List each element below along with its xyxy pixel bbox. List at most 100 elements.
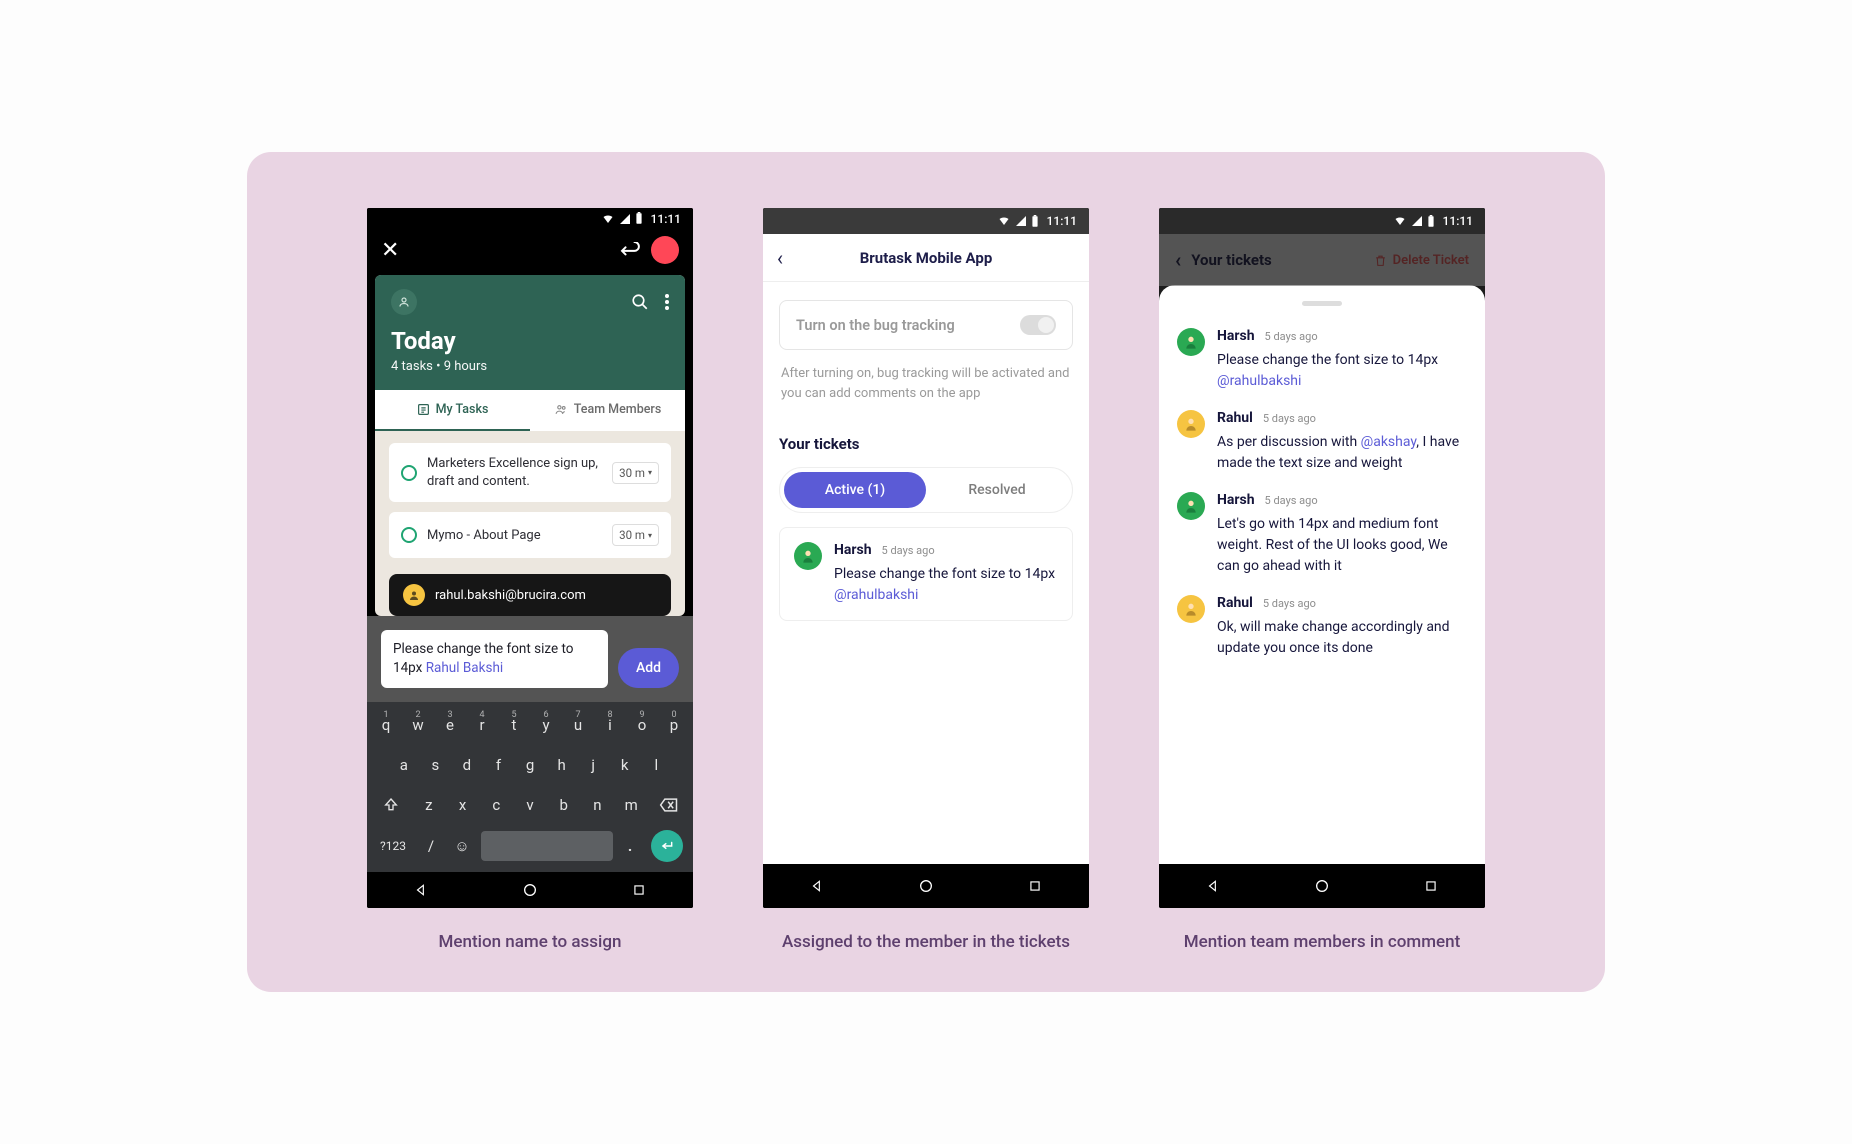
key[interactable]: . (619, 837, 641, 855)
status-bar: 11:11 (1159, 208, 1485, 234)
ticket-text: Please change the font size to 14px @rah… (834, 564, 1058, 606)
mention-suggestion[interactable]: rahul.bakshi@brucira.com (389, 574, 671, 616)
nav-recent-icon[interactable] (632, 883, 646, 897)
avatar-icon (1177, 595, 1205, 623)
key[interactable]: g (517, 748, 543, 782)
tab-label: Team Members (574, 402, 662, 417)
key[interactable]: m (617, 788, 645, 822)
key[interactable]: k (612, 748, 638, 782)
sheet-handle[interactable] (1302, 301, 1342, 306)
key[interactable]: s (423, 748, 449, 782)
list-icon (417, 403, 430, 416)
key[interactable]: b (550, 788, 578, 822)
keyboard[interactable]: 1q 2w 3e 4r 5t 6y 7u 8i 9o 0p a (367, 702, 693, 872)
segment-resolved[interactable]: Resolved (926, 472, 1068, 508)
nav-back-icon[interactable] (1206, 879, 1220, 893)
avatar-icon (1177, 328, 1205, 356)
avatar-icon (794, 542, 822, 570)
key[interactable]: / (419, 837, 443, 855)
key[interactable]: d (454, 748, 480, 782)
status-bar: 11:11 (763, 208, 1089, 234)
key[interactable]: l (644, 748, 670, 782)
avatar-icon (1177, 492, 1205, 520)
checkbox-icon[interactable] (401, 465, 417, 481)
segment-active[interactable]: Active (1) (784, 472, 926, 508)
avatar-icon (403, 584, 425, 606)
nav-back-icon[interactable] (414, 883, 428, 897)
key[interactable]: z (415, 788, 443, 822)
key[interactable]: 9o (629, 708, 655, 742)
phone-screenshot-2: 11:11 ‹ Brutask Mobile App Turn on the b… (763, 208, 1089, 908)
key[interactable]: 3e (437, 708, 463, 742)
ticket-time: 5 days ago (882, 544, 935, 557)
toggle-label: Turn on the bug tracking (796, 317, 955, 334)
nav-recent-icon[interactable] (1424, 879, 1438, 893)
key[interactable]: x (449, 788, 477, 822)
back-icon[interactable]: ‹ (1175, 248, 1181, 272)
mention: @akshay (1361, 434, 1417, 450)
search-icon[interactable] (631, 293, 649, 311)
back-icon[interactable]: ‹ (777, 246, 783, 270)
key[interactable]: 0p (661, 708, 687, 742)
comment: Rahul5 days ago As per discussion with @… (1177, 410, 1467, 474)
wifi-icon (601, 213, 615, 225)
duration-selector[interactable]: 30 m▾ (612, 524, 659, 546)
task-item[interactable]: Mymo - About Page 30 m▾ (389, 512, 671, 558)
task-item[interactable]: Marketers Excellence sign up, draft and … (389, 443, 671, 502)
key[interactable]: c (482, 788, 510, 822)
emoji-key[interactable]: ☺ (449, 837, 475, 855)
wifi-icon (997, 215, 1011, 227)
close-icon[interactable]: ✕ (381, 238, 399, 263)
comment-time: 5 days ago (1265, 330, 1318, 343)
record-button[interactable] (651, 236, 679, 264)
nav-home-icon[interactable] (1314, 878, 1330, 894)
tab-my-tasks[interactable]: My Tasks (375, 390, 530, 431)
key[interactable]: 4r (469, 708, 495, 742)
key[interactable]: 6y (533, 708, 559, 742)
battery-icon (1031, 215, 1039, 228)
key[interactable]: h (549, 748, 575, 782)
caption: Assigned to the member in the tickets (782, 932, 1070, 952)
comment-time: 5 days ago (1263, 597, 1316, 610)
add-button[interactable]: Add (618, 648, 679, 688)
nav-home-icon[interactable] (522, 882, 538, 898)
toggle-switch[interactable] (1020, 315, 1056, 335)
ticket-card[interactable]: Harsh 5 days ago Please change the font … (779, 527, 1073, 621)
comment-text: Ok, will make change accordingly and upd… (1217, 617, 1467, 659)
backspace-key[interactable] (651, 788, 687, 822)
key[interactable]: 8i (597, 708, 623, 742)
key[interactable]: 1q (373, 708, 399, 742)
tab-team-members[interactable]: Team Members (530, 390, 685, 431)
user-avatar-icon[interactable] (391, 289, 417, 315)
key[interactable]: a (391, 748, 417, 782)
comment-text: Please change the font size to 14px @rah… (1217, 350, 1467, 392)
key[interactable]: 7u (565, 708, 591, 742)
key[interactable]: 5t (501, 708, 527, 742)
page-title: Brutask Mobile App (795, 249, 1057, 267)
nav-recent-icon[interactable] (1028, 879, 1042, 893)
header-subtitle: 4 tasks • 9 hours (391, 359, 669, 374)
key[interactable]: f (486, 748, 512, 782)
comment-input[interactable]: Please change the font size to 14px Rahu… (381, 630, 608, 688)
battery-icon (635, 212, 643, 225)
delete-ticket-button[interactable]: Delete Ticket (1374, 253, 1469, 268)
trash-icon (1374, 254, 1387, 267)
symbols-key[interactable]: ?123 (373, 839, 413, 853)
undo-icon[interactable] (619, 242, 641, 258)
checkbox-icon[interactable] (401, 527, 417, 543)
key[interactable]: v (516, 788, 544, 822)
shift-key[interactable] (373, 788, 409, 822)
section-title: Your tickets (779, 435, 1073, 453)
key[interactable]: n (584, 788, 612, 822)
nav-back-icon[interactable] (810, 879, 824, 893)
nav-home-icon[interactable] (918, 878, 934, 894)
mention-chip: Rahul Bakshi (426, 660, 503, 676)
key[interactable]: 2w (405, 708, 431, 742)
signal-icon (1015, 215, 1027, 227)
more-icon[interactable] (665, 294, 669, 310)
space-key[interactable] (481, 831, 613, 861)
key[interactable]: j (580, 748, 606, 782)
enter-key[interactable] (651, 830, 683, 862)
duration-selector[interactable]: 30 m▾ (612, 462, 659, 484)
clock: 11:11 (651, 212, 681, 226)
